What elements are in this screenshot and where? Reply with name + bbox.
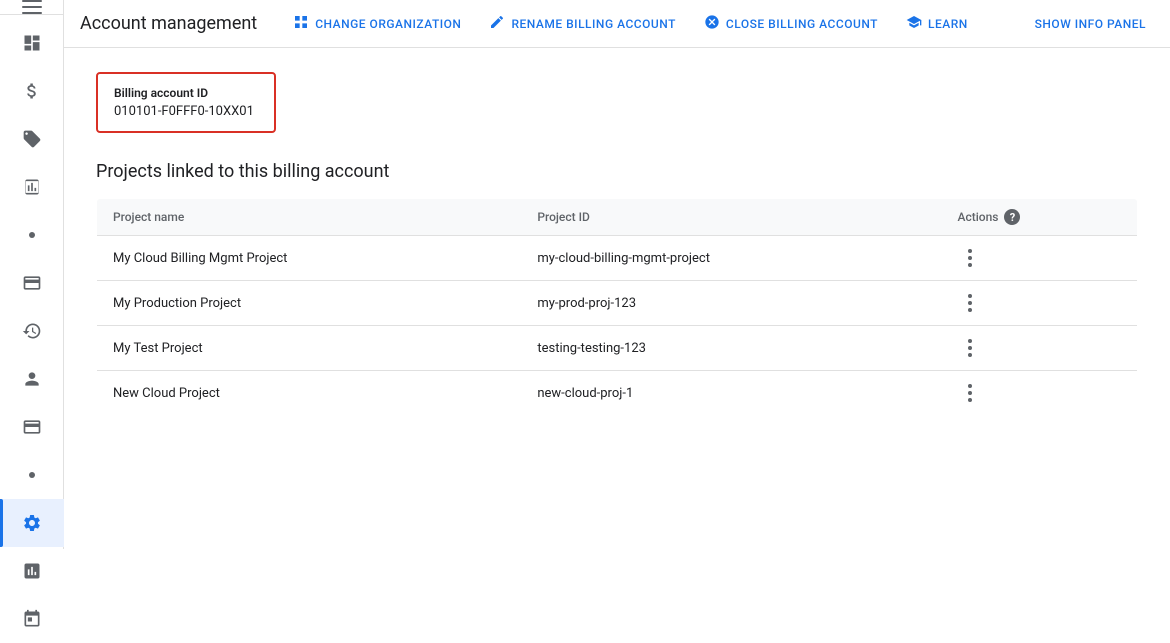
sidebar-item-payment[interactable] (0, 403, 64, 451)
sidebar-item-schedule[interactable] (0, 595, 64, 643)
edit-icon (489, 14, 505, 33)
sidebar-item-analytics[interactable] (0, 547, 64, 595)
sidebar-item-dashboard[interactable] (0, 19, 64, 67)
sidebar-item-settings[interactable] (0, 499, 64, 547)
more-actions-button[interactable] (958, 291, 982, 315)
rename-billing-account-label: RENAME BILLING ACCOUNT (511, 17, 675, 31)
table-row: My Production Project my-prod-proj-123 (97, 281, 1138, 326)
column-project-id: Project ID (521, 199, 941, 236)
more-actions-button[interactable] (958, 381, 982, 405)
column-project-name: Project name (97, 199, 522, 236)
school-icon (906, 14, 922, 33)
change-organization-button[interactable]: CHANGE ORGANIZATION (281, 6, 473, 42)
billing-id-value: 010101-F0FFF0-10XX01 (114, 104, 258, 119)
cancel-icon (704, 14, 720, 33)
change-organization-label: CHANGE ORGANIZATION (315, 17, 461, 31)
projects-table-body: My Cloud Billing Mgmt Project my-cloud-b… (97, 236, 1138, 416)
more-actions-button[interactable] (958, 246, 982, 270)
sidebar-item-dot2 (0, 451, 64, 499)
header: Account management CHANGE ORGANIZATION R… (64, 0, 1170, 48)
project-name-cell: My Production Project (97, 281, 522, 326)
page-title: Account management (80, 13, 257, 34)
sidebar-item-billing[interactable] (0, 67, 64, 115)
billing-account-id-box: Billing account ID 010101-F0FFF0-10XX01 (96, 72, 276, 133)
project-name-cell: New Cloud Project (97, 371, 522, 416)
close-billing-account-button[interactable]: CLOSE BILLING ACCOUNT (692, 6, 890, 42)
actions-help-icon[interactable]: ? (1004, 209, 1020, 225)
sidebar-item-reports[interactable] (0, 163, 64, 211)
header-actions: CHANGE ORGANIZATION RENAME BILLING ACCOU… (281, 6, 1154, 42)
learn-label: LEARN (928, 17, 968, 31)
content-area: Billing account ID 010101-F0FFF0-10XX01 … (64, 48, 1170, 549)
table-row: My Cloud Billing Mgmt Project my-cloud-b… (97, 236, 1138, 281)
sidebar-logo (0, 0, 64, 15)
show-info-panel-button[interactable]: SHOW INFO PANEL (1027, 17, 1154, 31)
project-actions-cell (942, 371, 1138, 416)
project-id-cell: my-cloud-billing-mgmt-project (521, 236, 941, 281)
hamburger-icon[interactable] (22, 0, 42, 14)
sidebar-item-transactions[interactable] (0, 259, 64, 307)
rename-billing-account-button[interactable]: RENAME BILLING ACCOUNT (477, 6, 687, 42)
sidebar-item-dot1 (0, 211, 64, 259)
project-id-cell: new-cloud-proj-1 (521, 371, 941, 416)
billing-id-label: Billing account ID (114, 86, 258, 100)
table-row: New Cloud Project new-cloud-proj-1 (97, 371, 1138, 416)
table-header-row: Project name Project ID Actions ? (97, 199, 1138, 236)
sidebar-item-account[interactable] (0, 355, 64, 403)
learn-button[interactable]: LEARN (894, 6, 980, 42)
project-id-cell: my-prod-proj-123 (521, 281, 941, 326)
project-actions-cell (942, 236, 1138, 281)
main-content: Account management CHANGE ORGANIZATION R… (64, 0, 1170, 549)
grid-icon (293, 14, 309, 33)
project-actions-cell (942, 281, 1138, 326)
close-billing-account-label: CLOSE BILLING ACCOUNT (726, 17, 878, 31)
project-name-cell: My Test Project (97, 326, 522, 371)
projects-section-title: Projects linked to this billing account (96, 161, 1138, 182)
projects-table: Project name Project ID Actions ? (96, 198, 1138, 416)
table-row: My Test Project testing-testing-123 (97, 326, 1138, 371)
more-actions-button[interactable] (958, 336, 982, 360)
sidebar-item-tags[interactable] (0, 115, 64, 163)
column-actions: Actions ? (942, 199, 1138, 236)
project-name-cell: My Cloud Billing Mgmt Project (97, 236, 522, 281)
project-id-cell: testing-testing-123 (521, 326, 941, 371)
project-actions-cell (942, 326, 1138, 371)
sidebar-item-history[interactable] (0, 307, 64, 355)
sidebar (0, 0, 64, 549)
